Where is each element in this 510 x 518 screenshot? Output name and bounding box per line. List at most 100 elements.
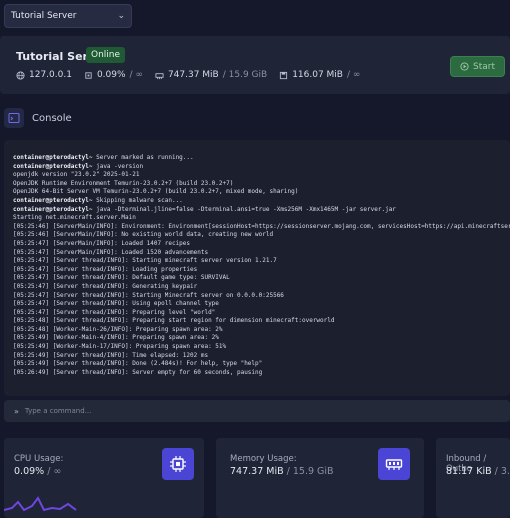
console-line-text: [05:25:47] [Server thread/INFO]: Using e… — [13, 300, 219, 308]
chevron-right-icon: » — [14, 406, 19, 416]
cpu-chip-icon — [162, 448, 194, 480]
console-prompt: container@pterodactyl~ — [13, 162, 93, 170]
console-line-text: Starting net.minecraft.server.Main — [13, 214, 136, 222]
console-line-text: [05:25:47] [Server thread/INFO]: Loading… — [13, 265, 198, 273]
console-line-text: [05:25:47] [Server thread/INFO]: Startin… — [13, 257, 277, 265]
network-number: 81.17 KiB — [446, 466, 492, 477]
disk-limit: / ∞ — [346, 70, 361, 80]
chevron-down-icon: ⌄ — [117, 11, 125, 21]
memory-limit: / 15.9 GiB — [222, 70, 268, 80]
console-line-text: java -Dterminal.jline=false -Dterminal.a… — [92, 205, 396, 213]
memory-module-icon — [378, 448, 410, 480]
cpu-icon — [85, 71, 92, 79]
terminal-icon — [4, 108, 24, 128]
console-line-text: [05:25:47] [ServerMain/INFO]: Loaded 140… — [13, 239, 191, 247]
console-line: [05:25:46] [ServerMain/INFO]: Environmen… — [13, 223, 510, 232]
console-prompt: container@pterodactyl~ — [13, 205, 93, 213]
console-line: container@pterodactyl~ java -Dterminal.j… — [13, 206, 510, 215]
start-button-label: Start — [473, 61, 495, 72]
start-button[interactable]: Start — [450, 56, 505, 77]
cpu-limit: / ∞ — [129, 70, 143, 80]
console-line-text: [05:25:48] [Server thread/INFO]: Prepari… — [13, 317, 335, 325]
globe-icon — [16, 70, 25, 80]
cpu-usage-sparkline — [4, 496, 77, 512]
server-stats-row: 127.0.0.1 0.09% / ∞ 747.37 MiB / 15.9 Gi… — [16, 70, 360, 80]
console-line: [05:25:49] [Server thread/INFO]: Done (2… — [13, 360, 510, 369]
console-line: [05:25:47] [Server thread/INFO]: Startin… — [13, 257, 510, 266]
console-line: Starting net.minecraft.server.Main — [13, 214, 510, 223]
console-line-text: [05:25:47] [Server thread/INFO]: Prepari… — [13, 308, 216, 316]
console-line-text: [05:25:46] [ServerMain/INFO]: Environmen… — [13, 222, 510, 230]
server-header-card — [0, 36, 510, 94]
console-line: [05:25:47] [ServerMain/INFO]: Loaded 140… — [13, 240, 510, 249]
memory-value: 747.37 MiB — [167, 70, 219, 80]
memory-usage-limit: / 15.9 GiB — [286, 466, 334, 477]
console-output[interactable]: container@pterodactyl~ Server marked as … — [4, 140, 510, 396]
console-line: [05:26:49] [Server thread/INFO]: Server … — [13, 369, 510, 378]
ip-value: 127.0.0.1 — [29, 70, 72, 80]
console-title: Console — [32, 112, 72, 124]
console-prompt: container@pterodactyl~ — [13, 196, 93, 204]
console-line: [05:25:47] [Server thread/INFO]: Generat… — [13, 283, 510, 292]
cpu-usage-label: CPU Usage: — [14, 454, 64, 464]
console-line: OpenJDK 64-Bit Server VM Temurin-23.0.2+… — [13, 188, 510, 197]
console-line-text: Server marked as running... — [92, 154, 194, 161]
console-line-text: [05:25:49] [Server thread/INFO]: Time el… — [13, 351, 209, 359]
console-line: [05:25:47] [Server thread/INFO]: Startin… — [13, 292, 510, 301]
console-line: container@pterodactyl~ Server marked as … — [13, 154, 510, 163]
console-lines: container@pterodactyl~ Server marked as … — [13, 154, 510, 377]
network-card: Inbound / Outbo 81.17 KiB / 3.7 — [436, 438, 510, 518]
console-line-text: [05:25:49] [Worker-Main-17/INFO]: Prepar… — [13, 343, 227, 351]
network-value: 81.17 KiB / 3.7 — [446, 466, 510, 477]
network-limit: / 3.7 — [494, 466, 510, 477]
cpu-usage-limit: / ∞ — [47, 466, 62, 477]
memory-usage-label: Memory Usage: — [230, 454, 297, 464]
console-line: [05:25:46] [ServerMain/INFO]: No existin… — [13, 231, 510, 240]
console-line-text: [05:25:47] [Server thread/INFO]: Default… — [13, 274, 230, 282]
console-line-text: [05:25:49] [Worker-Main-4/INFO]: Prepari… — [13, 334, 219, 342]
memory-usage-number: 747.37 MiB — [230, 466, 284, 477]
console-line-text: OpenJDK Runtime Environment Temurin-23.0… — [13, 179, 234, 187]
console-line: container@pterodactyl~ java -version — [13, 163, 510, 172]
console-line-text: [05:25:47] [Server thread/INFO]: Generat… — [13, 282, 198, 290]
memory-usage-value: 747.37 MiB / 15.9 GiB — [230, 466, 334, 477]
console-line: [05:25:49] [Worker-Main-4/INFO]: Prepari… — [13, 334, 510, 343]
memory-stat: 747.37 MiB / 15.9 GiB — [155, 70, 267, 80]
console-line-text: [05:25:47] [ServerMain/INFO]: Loaded 152… — [13, 248, 209, 256]
console-line-text: [05:25:47] [Server thread/INFO]: Startin… — [13, 291, 284, 299]
server-select[interactable]: Tutorial Server ⌄ — [4, 4, 132, 28]
console-line-text: openjdk version "23.0.2" 2025-01-21 — [13, 171, 140, 179]
console-line-text: [05:25:49] [Server thread/INFO]: Done (2… — [13, 360, 263, 368]
console-line: [05:25:49] [Server thread/INFO]: Time el… — [13, 352, 510, 361]
console-header: Console — [4, 108, 72, 128]
command-bar[interactable]: » Type a command... — [4, 400, 510, 422]
status-badge: Online — [86, 47, 126, 63]
console-line-text: [05:25:46] [ServerMain/INFO]: No existin… — [13, 231, 274, 239]
server-select-value: Tutorial Server — [11, 11, 77, 21]
cpu-usage-number: 0.09% — [14, 466, 45, 477]
command-input[interactable]: Type a command... — [25, 407, 91, 415]
cpu-usage-card: CPU Usage: 0.09% / ∞ — [4, 438, 204, 518]
console-line: container@pterodactyl~ Skipping malware … — [13, 197, 510, 206]
console-line: [05:25:47] [Server thread/INFO]: Default… — [13, 274, 510, 283]
console-line: [05:25:47] [Server thread/INFO]: Prepari… — [13, 309, 510, 318]
cpu-stat: 0.09% / ∞ — [84, 70, 143, 80]
disk-icon — [280, 71, 288, 79]
console-line: [05:25:48] [Worker-Main-26/INFO]: Prepar… — [13, 326, 510, 335]
console-line: [05:25:47] [Server thread/INFO]: Using e… — [13, 300, 510, 309]
cpu-value: 0.09% — [96, 70, 126, 80]
console-line: [05:25:47] [ServerMain/INFO]: Loaded 152… — [13, 249, 510, 258]
console-line: [05:25:49] [Worker-Main-17/INFO]: Prepar… — [13, 343, 510, 352]
console-line-text: java -version — [92, 162, 144, 170]
ip-stat: 127.0.0.1 — [16, 70, 72, 80]
console-prompt: container@pterodactyl~ — [13, 154, 93, 161]
console-line: openjdk version "23.0.2" 2025-01-21 — [13, 171, 510, 180]
console-line: OpenJDK Runtime Environment Temurin-23.0… — [13, 180, 510, 189]
console-line: [05:25:47] [Server thread/INFO]: Loading… — [13, 266, 510, 275]
memory-icon — [155, 72, 164, 79]
console-line: [05:25:48] [Server thread/INFO]: Prepari… — [13, 317, 510, 326]
memory-usage-card: Memory Usage: 747.37 MiB / 15.9 GiB — [216, 438, 424, 518]
disk-value: 116.07 MiB — [292, 70, 343, 80]
cpu-usage-value: 0.09% / ∞ — [14, 466, 61, 477]
console-line-text: [05:26:49] [Server thread/INFO]: Server … — [13, 368, 263, 376]
